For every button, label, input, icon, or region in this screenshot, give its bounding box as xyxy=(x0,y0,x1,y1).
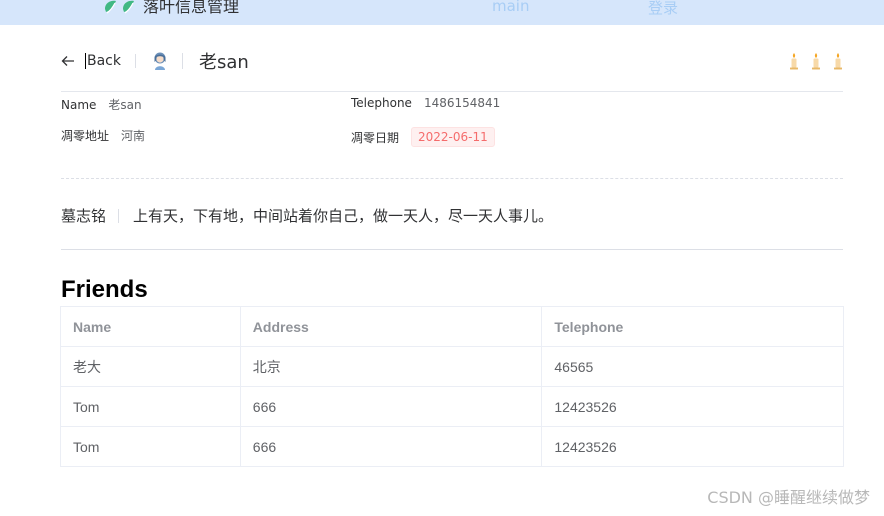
candle-icon xyxy=(790,53,798,70)
desc-address-value: 河南 xyxy=(121,129,146,143)
top-nav: 落叶信息管理 main 登录 xyxy=(0,0,884,25)
cell-telephone: 12423526 xyxy=(541,386,844,427)
friends-title: Friends xyxy=(61,276,148,303)
candle-icon xyxy=(812,53,820,70)
leaf-logo-icon xyxy=(105,0,134,14)
desc-address: 凋零地址 河南 xyxy=(61,127,145,144)
desc-date: 凋零日期 2022-06-11 xyxy=(351,127,495,147)
header-divider-2 xyxy=(182,53,183,69)
desc-telephone-value: 1486154841 xyxy=(423,96,501,110)
back-arrow-icon[interactable] xyxy=(61,54,75,68)
nav-link-main[interactable]: main xyxy=(492,0,529,15)
header-extra xyxy=(789,52,843,70)
logo-text: 落叶信息管理 xyxy=(143,0,240,16)
page-title: 老san xyxy=(199,52,249,73)
epitaph: 墓志铭 上有天，下有地，中间站着你自己，做一天人，尽一天人事儿。 xyxy=(61,205,553,226)
column-header-telephone: Telephone xyxy=(541,306,844,347)
table-row: 老大 北京 46565 xyxy=(60,346,844,387)
friends-table: Name Address Telephone 老大 北京 46565 Tom 6… xyxy=(60,306,844,467)
cell-name: Tom xyxy=(60,386,241,427)
cell-address: 666 xyxy=(239,386,543,427)
section-divider xyxy=(61,249,843,250)
epitaph-text: 上有天，下有地，中间站着你自己，做一天人，尽一天人事儿。 xyxy=(133,207,554,225)
table-header-row: Name Address Telephone xyxy=(60,306,844,347)
cell-name: 老大 xyxy=(60,346,241,387)
date-tag: 2022-06-11 xyxy=(411,127,495,147)
cell-telephone: 12423526 xyxy=(541,426,844,467)
text-cursor xyxy=(85,53,86,69)
desc-date-label: 凋零日期 xyxy=(351,130,400,145)
watermark: CSDN @睡醒继续做梦 xyxy=(707,488,870,507)
desc-name-value: 老san xyxy=(108,98,142,112)
avatar-icon xyxy=(154,52,166,70)
cell-address: 666 xyxy=(239,426,543,467)
back-button[interactable]: Back xyxy=(87,53,121,69)
desc-address-label: 凋零地址 xyxy=(61,129,110,143)
cell-address: 北京 xyxy=(239,346,543,387)
logo[interactable]: 落叶信息管理 xyxy=(103,0,239,17)
column-header-address: Address xyxy=(239,306,543,347)
table-row: Tom 666 12423526 xyxy=(60,426,844,467)
candle-icon xyxy=(834,53,842,70)
dashed-divider xyxy=(61,178,843,179)
cell-telephone: 46565 xyxy=(541,346,844,387)
page-header: Back 老san xyxy=(61,46,843,76)
desc-name: Name 老san xyxy=(61,96,142,113)
cell-name: Tom xyxy=(60,426,241,467)
desc-name-label: Name xyxy=(61,97,97,112)
column-header-name: Name xyxy=(60,306,241,347)
desc-telephone: Telephone 1486154841 xyxy=(351,96,500,110)
header-divider xyxy=(135,54,136,68)
desc-telephone-label: Telephone xyxy=(351,96,412,110)
table-row: Tom 666 12423526 xyxy=(60,386,844,427)
epitaph-divider xyxy=(118,208,120,223)
epitaph-label: 墓志铭 xyxy=(61,207,107,225)
header-divider-line xyxy=(61,91,843,92)
nav-link-login[interactable]: 登录 xyxy=(648,0,678,18)
